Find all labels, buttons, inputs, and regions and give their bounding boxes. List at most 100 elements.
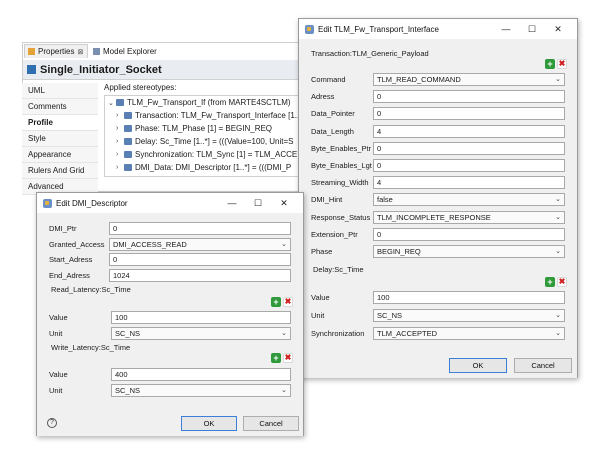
dmi-ptr-field[interactable]: 0 — [109, 222, 291, 235]
element-title-bar: Single_Initiator_Socket — [23, 60, 311, 80]
granted-access-select[interactable]: DMI_ACCESS_READ ⌄ — [109, 237, 291, 251]
chevron-right-icon[interactable]: › — [116, 112, 124, 119]
property-icon — [124, 164, 132, 171]
applied-stereotypes-label: Applied stereotypes: — [104, 83, 177, 92]
maximize-icon[interactable]: ☐ — [519, 24, 545, 35]
byte-enables-lgt-label: Byte_Enables_Lgt — [311, 161, 372, 170]
extension-ptr-label: Extension_Ptr — [311, 229, 358, 239]
sync-value: TLM_ACCEPTED — [377, 329, 438, 338]
close-icon[interactable]: ✕ — [545, 24, 571, 35]
write-value-field[interactable]: 400 — [111, 368, 291, 381]
property-icon — [124, 138, 132, 145]
stereotype-icon — [116, 99, 124, 106]
chevron-right-icon[interactable]: › — [116, 151, 124, 158]
side-tab-profile[interactable]: Profile — [22, 115, 98, 131]
minimize-icon[interactable]: — — [219, 198, 245, 208]
adress-field[interactable]: 0 — [373, 90, 565, 104]
cancel-button[interactable]: Cancel — [514, 358, 572, 373]
port-icon — [27, 65, 36, 74]
chevron-down-icon[interactable]: ⌄ — [108, 99, 116, 107]
cancel-button[interactable]: Cancel — [243, 416, 299, 431]
remove-icon[interactable]: ✖ — [557, 277, 567, 287]
data-pointer-field[interactable]: 0 — [373, 107, 565, 121]
maximize-icon[interactable]: ☐ — [245, 198, 271, 209]
response-status-select[interactable]: TLM_INCOMPLETE_RESPONSE ⌄ — [373, 210, 565, 224]
data-pointer-label: Data_Pointer — [311, 109, 355, 119]
dmi-hint-select[interactable]: false ⌄ — [373, 193, 565, 207]
extension-ptr-field[interactable]: 0 — [373, 227, 565, 241]
help-icon[interactable]: ? — [47, 418, 57, 428]
side-tab-comments[interactable]: Comments — [22, 99, 98, 115]
minimize-icon[interactable]: — — [493, 24, 519, 34]
granted-access-value: DMI_ACCESS_READ — [113, 239, 187, 249]
dmi-ptr-label: DMI_Ptr — [49, 224, 77, 233]
tab-properties[interactable]: Properties ⊠ — [24, 44, 88, 58]
tree-item-label: Phase: TLM_Phase [1] = BEGIN_REQ — [135, 124, 273, 133]
dmi-dialog-titlebar: Edit DMI_Descriptor — ☐ ✕ — [37, 193, 303, 213]
delay-value-field[interactable]: 100 — [373, 291, 565, 304]
phase-select[interactable]: BEGIN_REQ ⌄ — [373, 245, 565, 258]
chevron-down-icon: ⌄ — [555, 330, 561, 337]
dmi-hint-value: false — [377, 195, 393, 205]
chevron-down-icon: ⌄ — [555, 312, 561, 319]
sync-select[interactable]: TLM_ACCEPTED ⌄ — [373, 327, 565, 340]
side-tab-appearance[interactable]: Appearance — [22, 147, 98, 163]
transport-dialog-title: Edit TLM_Fw_Transport_Interface — [318, 24, 439, 34]
response-status-value: TLM_INCOMPLETE_RESPONSE — [377, 212, 491, 222]
byte-enables-ptr-field[interactable]: 0 — [373, 141, 565, 155]
byte-enables-ptr-label: Byte_Enables_Ptr — [311, 143, 372, 153]
chevron-right-icon[interactable]: › — [116, 138, 124, 145]
close-icon[interactable]: ⊠ — [77, 48, 83, 56]
element-title: Single_Initiator_Socket — [40, 63, 162, 76]
chevron-right-icon[interactable]: › — [116, 125, 124, 132]
chevron-down-icon: ⌄ — [555, 248, 561, 255]
chevron-right-icon[interactable]: › — [116, 164, 124, 171]
side-tab-uml[interactable]: UML — [22, 83, 98, 99]
streaming-width-field[interactable]: 4 — [373, 176, 565, 190]
tree-item[interactable]: › Delay: Sc_Time [1..*] = (((Value=100, U… — [116, 137, 294, 146]
ok-button[interactable]: OK — [181, 416, 237, 431]
command-select[interactable]: TLM_READ_COMMAND ⌄ — [373, 73, 565, 86]
command-label: Command — [311, 75, 346, 84]
delay-unit-label: Unit — [311, 311, 325, 320]
tree-item[interactable]: › Synchronization: TLM_Sync [1] = TLM_ACC… — [116, 150, 297, 159]
remove-icon[interactable]: ✖ — [283, 297, 293, 307]
app-icon — [43, 198, 52, 208]
data-length-label: Data_Length — [311, 126, 354, 136]
remove-icon[interactable]: ✖ — [283, 353, 293, 363]
section-read-latency: Read_Latency:Sc_Time — [51, 285, 131, 294]
read-unit-select[interactable]: SC_NS ⌄ — [111, 327, 291, 340]
dmi-dialog: Edit DMI_Descriptor — ☐ ✕ DMI_Ptr 0 Grante… — [36, 192, 304, 436]
byte-enables-lgt-field[interactable]: 0 — [373, 159, 565, 172]
tree-item[interactable]: › Transaction: TLM_Fw_Transport_Interface… — [116, 111, 299, 120]
tab-model-explorer[interactable]: Model Explorer — [90, 44, 180, 58]
data-length-field[interactable]: 4 — [373, 124, 565, 138]
tree-item-label: Synchronization: TLM_Sync [1] = TLM_ACCE — [135, 150, 298, 159]
write-unit-select[interactable]: SC_NS ⌄ — [111, 384, 291, 397]
adress-label: Adress — [311, 92, 335, 102]
read-value-field[interactable]: 100 — [111, 311, 291, 324]
sync-label: Synchronization — [311, 329, 365, 338]
ok-button[interactable]: OK — [449, 358, 507, 373]
tree-item[interactable]: ⌄ TLM_Fw_Transport_If (from MARTE4SCTLM) — [108, 98, 291, 107]
dmi-dialog-title: Edit DMI_Descriptor — [56, 198, 128, 208]
section-payload: Transaction:TLM_Generic_Payload — [311, 49, 429, 58]
delay-unit-select[interactable]: SC_NS ⌄ — [373, 309, 565, 322]
response-status-label: Response_Status — [311, 212, 371, 222]
chevron-down-icon: ⌄ — [281, 330, 287, 337]
tree-item[interactable]: › Phase: TLM_Phase [1] = BEGIN_REQ — [116, 124, 272, 133]
transport-dialog-titlebar: Edit TLM_Fw_Transport_Interface — ☐ ✕ — [299, 19, 577, 39]
side-tab-rulers-and-grid[interactable]: Rulers And Grid — [22, 163, 98, 179]
end-adress-field[interactable]: 1024 — [109, 268, 291, 282]
close-icon[interactable]: ✕ — [271, 198, 297, 209]
add-icon[interactable]: + — [271, 297, 281, 307]
remove-icon[interactable]: ✖ — [557, 59, 567, 69]
model-explorer-icon — [93, 47, 100, 55]
start-adress-field[interactable]: 0 — [109, 253, 291, 266]
end-adress-label: End_Adress — [49, 270, 90, 280]
tree-item[interactable]: › DMI_Data: DMI_Descriptor [1..*] = (((DM… — [116, 163, 291, 172]
add-icon[interactable]: + — [545, 277, 555, 287]
add-icon[interactable]: + — [545, 59, 555, 69]
side-tab-style[interactable]: Style — [22, 131, 98, 147]
add-icon[interactable]: + — [271, 353, 281, 363]
